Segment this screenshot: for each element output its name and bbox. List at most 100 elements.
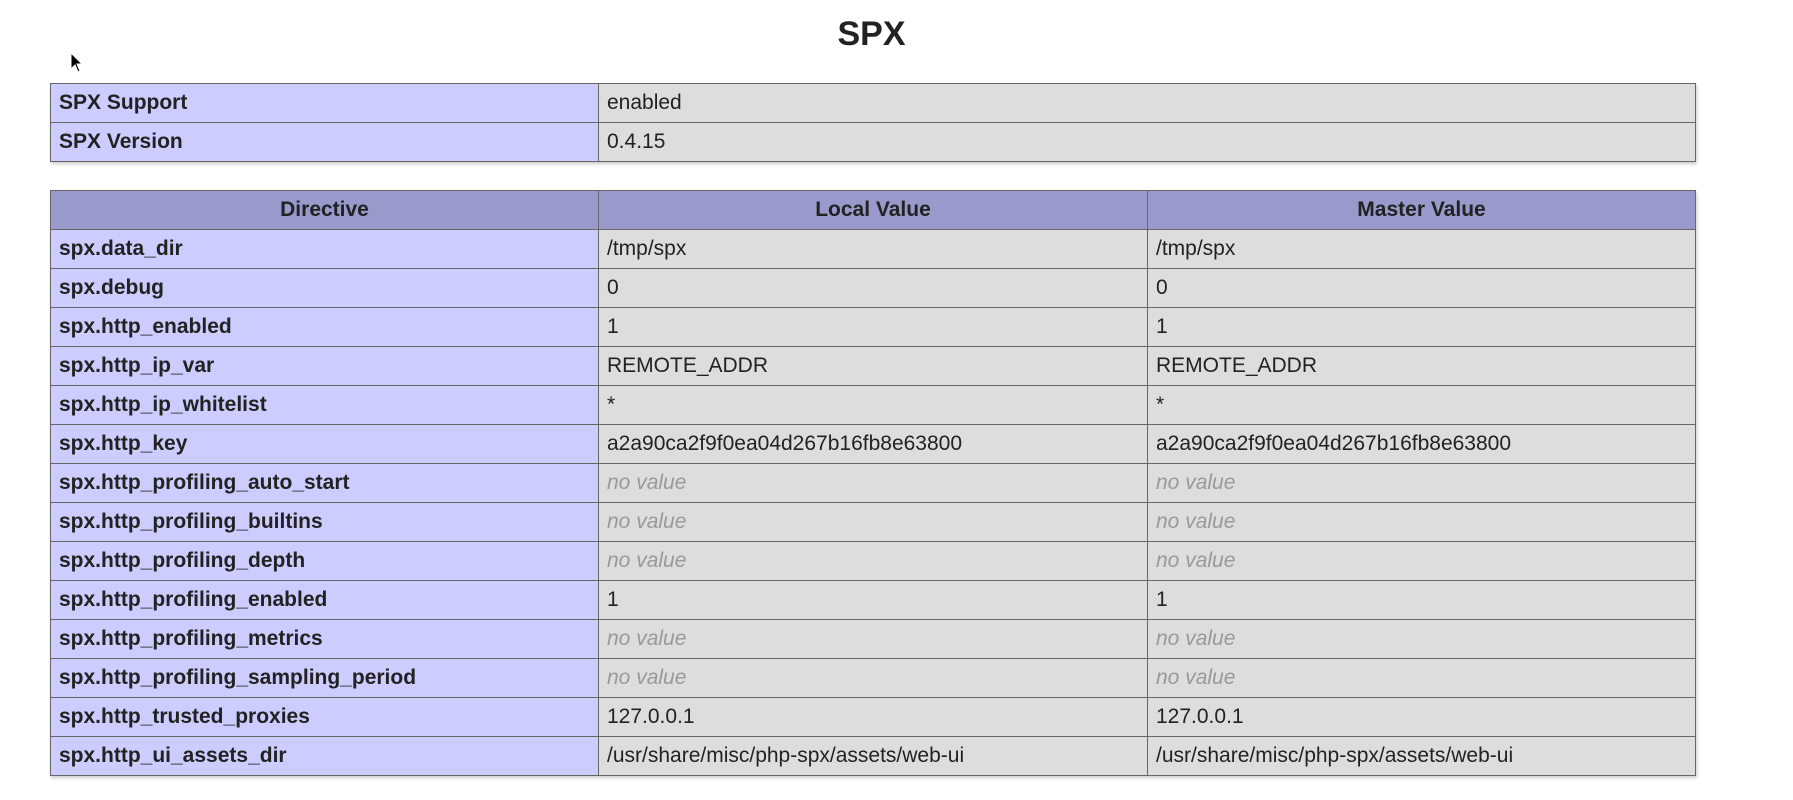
info-value: enabled <box>598 83 1696 123</box>
directive-row: spx.http_ip_var REMOTE_ADDR REMOTE_ADDR <box>50 346 1696 386</box>
master-value-cell: /usr/share/misc/php-spx/assets/web-ui <box>1147 736 1696 776</box>
directive-name: spx.data_dir <box>50 229 599 269</box>
local-value-cell: no value <box>598 658 1148 698</box>
directive-row: spx.http_enabled 1 1 <box>50 307 1696 347</box>
master-value: * <box>1156 393 1165 416</box>
directive-row: spx.http_ui_assets_dir/usr/share/misc/ph… <box>50 736 1696 776</box>
master-value-column-header: Master Value <box>1147 190 1696 230</box>
local-value-cell: no value <box>598 463 1148 503</box>
local-value-column-header: Local Value <box>598 190 1148 230</box>
local-value: no value <box>607 471 687 494</box>
master-value-cell: no value <box>1147 541 1696 581</box>
master-value-cell: 1 <box>1147 307 1696 347</box>
info-row: SPX Support enabled <box>50 83 1696 123</box>
directive-row: spx.http_profiling_builtins no value no va… <box>50 502 1696 542</box>
info-label: SPX Version <box>50 122 599 162</box>
info-label: SPX Support <box>50 83 599 123</box>
master-value: no value <box>1156 549 1236 572</box>
local-value: * <box>607 393 616 416</box>
local-value-cell: /usr/share/misc/php-spx/assets/web-ui <box>598 736 1148 776</box>
master-value-cell: 0 <box>1147 268 1696 308</box>
mouse-pointer-icon <box>70 52 84 73</box>
directive-row: spx.http_profiling_enabled 1 1 <box>50 580 1696 620</box>
master-value: no value <box>1156 666 1236 689</box>
local-value: no value <box>607 549 687 572</box>
directive-name: spx.http_ip_var <box>50 346 599 386</box>
info-row: SPX Version 0.4.15 <box>50 122 1696 162</box>
master-value-cell: no value <box>1147 463 1696 503</box>
master-value-cell: no value <box>1147 619 1696 659</box>
local-value: 1 <box>607 315 619 338</box>
local-value: REMOTE_ADDR <box>607 354 769 377</box>
local-value: 127.0.0.1 <box>607 705 695 728</box>
master-value: REMOTE_ADDR <box>1156 354 1318 377</box>
directive-row: spx.http_key a2a90ca2f9f0ea04d267b16fb8e6… <box>50 424 1696 464</box>
master-value: a2a90ca2f9f0ea04d267b16fb8e63800 <box>1156 432 1512 455</box>
master-value-cell: REMOTE_ADDR <box>1147 346 1696 386</box>
directive-name: spx.http_key <box>50 424 599 464</box>
local-value: no value <box>607 627 687 650</box>
master-value: 127.0.0.1 <box>1156 705 1244 728</box>
local-value: 0 <box>607 276 619 299</box>
directive-column-header: Directive <box>50 190 599 230</box>
local-value-cell: no value <box>598 541 1148 581</box>
directives-table: Directive Local Value Master Value spx.d… <box>50 190 1696 776</box>
local-value-cell: no value <box>598 619 1148 659</box>
info-table-body: SPX Support enabled SPX Version 0.4.15 <box>50 83 1696 162</box>
local-value-cell: REMOTE_ADDR <box>598 346 1148 386</box>
local-value: a2a90ca2f9f0ea04d267b16fb8e63800 <box>607 432 963 455</box>
info-value: 0.4.15 <box>598 122 1696 162</box>
directive-name: spx.http_profiling_sampling_period <box>50 658 599 698</box>
local-value-cell: /tmp/spx <box>598 229 1148 269</box>
master-value-cell: no value <box>1147 502 1696 542</box>
master-value: no value <box>1156 627 1236 650</box>
master-value-cell: a2a90ca2f9f0ea04d267b16fb8e63800 <box>1147 424 1696 464</box>
directive-row: spx.data_dir/tmp/spx/tmp/spx <box>50 229 1696 269</box>
directive-row: spx.http_profiling_metrics no value no val… <box>50 619 1696 659</box>
directives-table-body: spx.data_dir/tmp/spx/tmp/spx spx.debug 0 0 s… <box>50 229 1696 776</box>
directive-name: spx.http_profiling_metrics <box>50 619 599 659</box>
master-value: 0 <box>1156 276 1168 299</box>
page-title: SPX <box>837 15 906 53</box>
directive-name: spx.http_profiling_auto_start <box>50 463 599 503</box>
local-value-cell: 1 <box>598 307 1148 347</box>
directive-row: spx.http_ip_whitelist * * <box>50 385 1696 425</box>
master-value-cell: * <box>1147 385 1696 425</box>
master-value: 1 <box>1156 315 1168 338</box>
master-value: /tmp/spx <box>1156 237 1236 260</box>
spx-info-table: SPX Support enabled SPX Version 0.4.15 <box>50 83 1696 162</box>
local-value-cell: 1 <box>598 580 1148 620</box>
directive-row: spx.http_profiling_depth no value no value <box>50 541 1696 581</box>
local-value-cell: no value <box>598 502 1148 542</box>
directive-name: spx.http_enabled <box>50 307 599 347</box>
master-value-cell: /tmp/spx <box>1147 229 1696 269</box>
directive-row: spx.http_profiling_auto_start no value no … <box>50 463 1696 503</box>
directive-name: spx.http_ui_assets_dir <box>50 736 599 776</box>
master-value-cell: 127.0.0.1 <box>1147 697 1696 737</box>
directive-name: spx.http_trusted_proxies <box>50 697 599 737</box>
master-value: no value <box>1156 510 1236 533</box>
directive-row: spx.http_trusted_proxies 127.0.0.1 127.0.0… <box>50 697 1696 737</box>
local-value-cell: * <box>598 385 1148 425</box>
directive-name: spx.http_profiling_builtins <box>50 502 599 542</box>
local-value-cell: 0 <box>598 268 1148 308</box>
directive-name: spx.http_profiling_enabled <box>50 580 599 620</box>
master-value: no value <box>1156 471 1236 494</box>
local-value: 1 <box>607 588 619 611</box>
local-value-cell: 127.0.0.1 <box>598 697 1148 737</box>
local-value: no value <box>607 510 687 533</box>
directives-header-row: Directive Local Value Master Value <box>50 190 1696 230</box>
directive-row: spx.debug 0 0 <box>50 268 1696 308</box>
local-value: no value <box>607 666 687 689</box>
local-value-cell: a2a90ca2f9f0ea04d267b16fb8e63800 <box>598 424 1148 464</box>
directive-name: spx.http_profiling_depth <box>50 541 599 581</box>
local-value: /tmp/spx <box>607 237 687 260</box>
local-value: /usr/share/misc/php-spx/assets/web-ui <box>607 744 965 767</box>
master-value: /usr/share/misc/php-spx/assets/web-ui <box>1156 744 1514 767</box>
directive-row: spx.http_profiling_sampling_period no val… <box>50 658 1696 698</box>
master-value-cell: no value <box>1147 658 1696 698</box>
directive-name: spx.http_ip_whitelist <box>50 385 599 425</box>
master-value-cell: 1 <box>1147 580 1696 620</box>
directive-name: spx.debug <box>50 268 599 308</box>
master-value: 1 <box>1156 588 1168 611</box>
